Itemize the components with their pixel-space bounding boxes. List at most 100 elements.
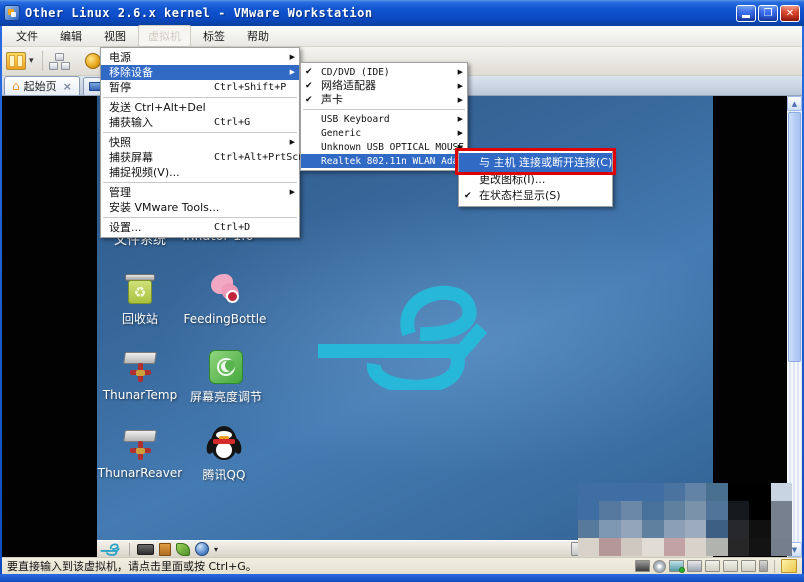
desktop-wallpaper-logo [312,278,507,390]
check-icon: ✔ [305,93,313,107]
brightness-icon [209,350,243,384]
feedingbottle-icon [207,272,243,310]
cd-status-icon[interactable] [653,560,666,573]
close-button[interactable]: ✕ [780,5,800,22]
desktop-icon-feedingbottle[interactable]: FeedingBottle [177,272,273,326]
submenu-arrow-icon: ▶ [458,126,463,140]
check-icon: ✔ [305,79,313,93]
recycle-bin-icon: ♻ [124,274,156,306]
window-title: Other Linux 2.6.x kernel - VMware Workst… [25,6,373,20]
menu-item-power[interactable]: 电源 ▶ [101,50,299,65]
printer-port-status-icon[interactable] [741,560,756,572]
menu-separator [103,132,297,133]
realtek-submenu-popup: 与 主机 连接或断开连接(C) 更改图标(I)... ✔ 在状态栏显示(S) [458,150,613,207]
menu-item-change-icon[interactable]: 更改图标(I)... [459,172,612,188]
menu-item-usb-keyboard[interactable]: USB Keyboard ▶ [301,112,467,126]
menu-item-grab-input[interactable]: 捕获输入 Ctrl+G [101,115,299,130]
menu-file[interactable]: 文件 [6,25,48,47]
desktop-icon-brightness[interactable]: 屏幕亮度调节 [181,350,271,405]
window-frame-left [0,26,2,574]
desktop-icon-qq[interactable]: 腾讯QQ [179,426,269,483]
menu-item-capture-screen[interactable]: 捕获屏幕 Ctrl+Alt+PrtScn [101,150,299,165]
taskbar-separator [129,543,130,556]
toolbar-separator [42,51,43,71]
editor-leaf-icon[interactable] [176,543,190,556]
faucet-icon [120,348,160,386]
layout-panels-icon[interactable] [6,52,26,70]
menu-item-show-in-status-bar[interactable]: ✔ 在状态栏显示(S) [459,188,612,204]
menu-item-generic[interactable]: Generic ▶ [301,126,467,140]
menu-separator [103,182,297,183]
menu-item-sound-card[interactable]: ✔ 声卡 ▶ [301,93,467,107]
menu-item-network-adapter[interactable]: ✔ 网络适配器 ▶ [301,79,467,93]
menu-item-install-vmware-tools[interactable]: 安装 VMware Tools... [101,200,299,215]
menu-item-send-ctrl-alt-del[interactable]: 发送 Ctrl+Alt+Del [101,100,299,115]
xiaopan-logo-icon[interactable] [100,542,122,556]
menu-item-cd-dvd[interactable]: ✔ CD/DVD (IDE) ▶ [301,65,467,79]
menu-item-realtek-wlan-adapter[interactable]: Realtek 802.11n WLAN Adapter ▶ [301,154,467,168]
serial-port-status-icon[interactable] [705,560,720,572]
check-icon: ✔ [464,188,472,204]
devices-submenu-popup: ✔ CD/DVD (IDE) ▶ ✔ 网络适配器 ▶ ✔ 声卡 ▶ USB Ke… [300,62,468,171]
chevron-down-icon[interactable]: ▾ [29,56,34,66]
menu-vm[interactable]: 虚拟机 [138,25,191,47]
scroll-up-button[interactable]: ▲ [787,96,802,111]
menu-tabs[interactable]: 标签 [193,25,235,47]
browser-globe-icon[interactable] [195,542,209,556]
menu-separator [303,109,465,110]
menu-item-pause[interactable]: 暂停 Ctrl+Shift+P [101,80,299,95]
tips-note-icon[interactable] [781,559,797,573]
tab-home-label: 起始页 [24,78,57,94]
desktop-icon-thunartemp[interactable]: ThunarTemp [97,348,185,402]
home-icon: ⌂ [12,79,20,93]
chevron-down-icon[interactable]: ▾ [214,545,218,554]
minimize-button[interactable] [736,5,756,22]
submenu-arrow-icon: ▶ [458,65,463,79]
hard-disk-status-icon[interactable] [635,560,650,572]
restore-button[interactable]: ❐ [758,5,778,22]
menu-item-removable-devices[interactable]: 移除设备 ▶ [101,65,299,80]
network-status-icon[interactable] [669,560,684,572]
menubar: 文件 编辑 视图 虚拟机 标签 帮助 [0,26,804,47]
menu-item-capture-video[interactable]: 捕捉视频(V)... [101,165,299,180]
team-computers-icon[interactable] [49,52,71,71]
menu-item-settings[interactable]: 设置... Ctrl+D [101,220,299,235]
menu-separator [103,217,297,218]
window-frame-bottom [0,574,804,582]
desktop-icon-thunarreaver[interactable]: ThunarReaver [97,426,185,480]
computer-icon[interactable] [137,544,154,555]
minimize-icon [742,15,750,18]
qq-penguin-icon [207,426,241,464]
desktop-icon-recycle-bin[interactable]: ♻ 回收站 [97,274,185,327]
mosaic-censor [578,483,792,556]
submenu-arrow-icon: ▶ [290,135,295,150]
sound-status-icon[interactable] [687,560,702,572]
faucet-icon [120,426,160,464]
menu-item-connect-disconnect-host[interactable]: 与 主机 连接或断开连接(C) [459,153,612,172]
submenu-arrow-icon: ▶ [458,112,463,126]
menu-edit[interactable]: 编辑 [50,25,92,47]
tab-close-icon[interactable]: × [63,80,72,93]
menu-help[interactable]: 帮助 [237,25,279,47]
submenu-arrow-icon: ▶ [290,65,295,80]
menu-separator [103,97,297,98]
tab-home[interactable]: ⌂ 起始页 × [4,76,80,95]
vm-menu-popup: 电源 ▶ 移除设备 ▶ 暂停 Ctrl+Shift+P 发送 Ctrl+Alt+… [100,47,300,238]
menu-view[interactable]: 视图 [94,25,136,47]
menu-item-snapshot[interactable]: 快照 ▶ [101,135,299,150]
usb-status-icon[interactable] [759,560,768,572]
menu-item-usb-optical-mouse[interactable]: Unknown USB OPTICAL MOUSE ▶ [301,140,467,154]
statusbar-separator [774,560,775,573]
titlebar: Other Linux 2.6.x kernel - VMware Workst… [0,0,804,26]
menu-item-manage[interactable]: 管理 ▶ [101,185,299,200]
statusbar: 要直接输入到该虚拟机，请点击里面或按 Ctrl+G。 [2,557,802,574]
floppy-status-icon[interactable] [723,560,738,572]
snapshot-icon[interactable] [85,53,101,69]
submenu-arrow-icon: ▶ [290,50,295,65]
scrollbar-thumb[interactable] [788,112,801,362]
submenu-arrow-icon: ▶ [458,79,463,93]
submenu-arrow-icon: ▶ [290,185,295,200]
vmware-app-icon [4,5,20,21]
file-cabinet-icon[interactable] [159,543,171,556]
statusbar-message: 要直接输入到该虚拟机，请点击里面或按 Ctrl+G。 [7,558,257,574]
